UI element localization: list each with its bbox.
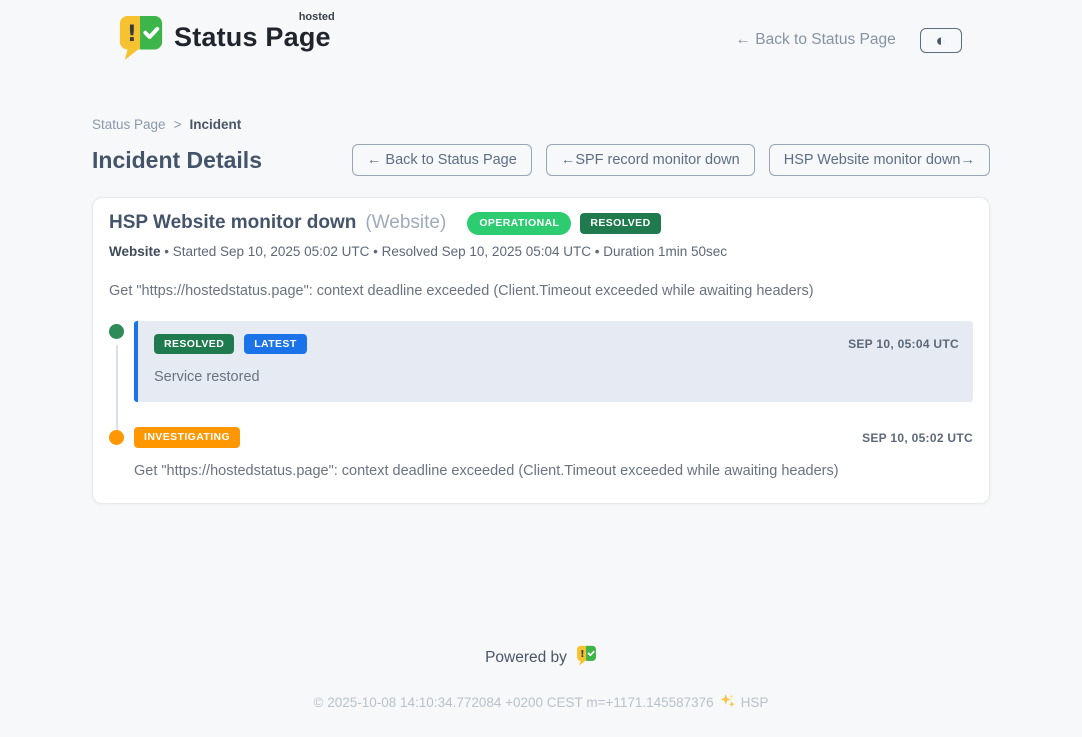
next-incident-button[interactable]: HSP Website monitor down→ <box>769 144 990 176</box>
incident-meta-details: • Started Sep 10, 2025 05:02 UTC • Resol… <box>164 244 727 259</box>
title-row: Incident Details ← Back to Status Page ←… <box>92 144 990 176</box>
incident-meta: Website • Started Sep 10, 2025 05:02 UTC… <box>109 244 973 259</box>
header: ! Status Page hosted ← Back to Status Pa… <box>0 0 1082 66</box>
copyright-suffix: HSP <box>741 695 769 710</box>
timeline-timestamp: SEP 10, 05:04 UTC <box>848 337 959 351</box>
copyright-text: © 2025-10-08 14:10:34.772084 +0200 CEST … <box>314 695 714 710</box>
incident-nav-buttons: ← Back to Status Page ←SPF record monito… <box>352 144 990 176</box>
timeline-entry-resolved: RESOLVED LATEST SEP 10, 05:04 UTC Servic… <box>109 321 973 403</box>
sparkles-icon <box>719 692 736 712</box>
statuspage-logo-icon-small: ! <box>576 645 597 671</box>
back-to-status-page-button[interactable]: ← Back to Status Page <box>352 144 532 176</box>
svg-text:!: ! <box>580 649 585 660</box>
incident-title-row: HSP Website monitor down (Website) OPERA… <box>109 212 973 235</box>
incident-component-label: (Website) <box>365 212 446 234</box>
logo-wordmark: Status Page hosted <box>174 14 331 53</box>
breadcrumb-separator: > <box>174 117 182 132</box>
incident-timeline: RESOLVED LATEST SEP 10, 05:04 UTC Servic… <box>109 321 973 479</box>
incident-meta-component: Website <box>109 244 161 259</box>
logo-text: Status Page <box>174 22 331 52</box>
incident-card: HSP Website monitor down (Website) OPERA… <box>92 197 990 504</box>
statuspage-logo[interactable]: ! Status Page hosted <box>118 14 331 66</box>
timeline-dot-investigating <box>109 430 124 445</box>
timeline-update-plain: INVESTIGATING SEP 10, 05:02 UTC Get "htt… <box>134 427 973 479</box>
svg-text:!: ! <box>127 22 137 47</box>
timeline-timestamp: SEP 10, 05:02 UTC <box>862 431 973 445</box>
timeline-update-card: RESOLVED LATEST SEP 10, 05:04 UTC Servic… <box>134 321 973 403</box>
breadcrumb-status-page[interactable]: Status Page <box>92 117 166 132</box>
prev-incident-button[interactable]: ←SPF record monitor down <box>546 144 755 176</box>
theme-toggle-button[interactable]: ◐ <box>920 28 962 53</box>
resolved-badge: RESOLVED <box>154 334 234 355</box>
latest-badge: LATEST <box>244 334 306 355</box>
powered-by-label: Powered by <box>485 649 567 667</box>
footer: Powered by ! © 2025-10-08 14:10:34.77208… <box>0 645 1082 737</box>
header-back-link[interactable]: ← Back to Status Page <box>735 31 895 49</box>
timeline-dot-resolved <box>109 324 124 339</box>
logo-hosted-label: hosted <box>299 11 335 23</box>
header-right: ← Back to Status Page ◐ <box>735 28 962 53</box>
copyright-line: © 2025-10-08 14:10:34.772084 +0200 CEST … <box>0 692 1082 712</box>
main-content: Status Page > Incident Incident Details … <box>92 117 990 504</box>
contrast-icon: ◐ <box>936 31 946 50</box>
incident-title: HSP Website monitor down <box>109 212 356 234</box>
powered-by-link[interactable]: Powered by ! <box>0 645 1082 671</box>
statuspage-logo-icon: ! <box>118 14 164 66</box>
incident-description: Get "https://hostedstatus.page": context… <box>109 283 973 299</box>
timeline-message: Get "https://hostedstatus.page": context… <box>134 463 973 479</box>
timeline-badge-row: RESOLVED LATEST <box>154 334 957 355</box>
page-title: Incident Details <box>92 147 262 174</box>
timeline-entry-investigating: INVESTIGATING SEP 10, 05:02 UTC Get "htt… <box>109 427 973 479</box>
breadcrumb: Status Page > Incident <box>92 117 990 132</box>
timeline-badge-row: INVESTIGATING <box>134 427 973 448</box>
resolved-state-badge: RESOLVED <box>580 213 660 234</box>
timeline-message: Service restored <box>154 369 957 385</box>
investigating-badge: INVESTIGATING <box>134 427 240 448</box>
operational-status-badge: OPERATIONAL <box>467 212 571 235</box>
breadcrumb-incident: Incident <box>189 117 241 132</box>
page: ! Status Page hosted ← Back to Status Pa… <box>0 0 1082 737</box>
